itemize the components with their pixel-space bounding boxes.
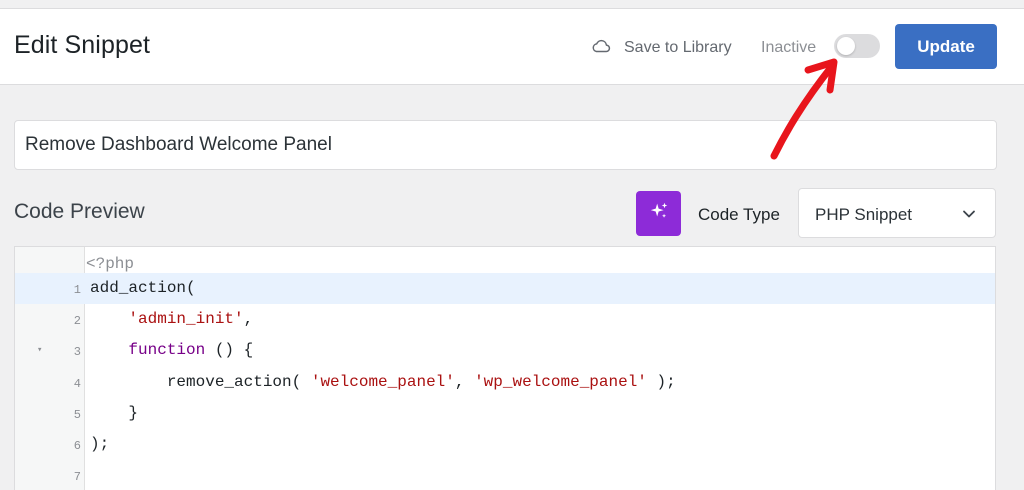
string-token: 'wp_welcome_panel' [474,372,647,391]
code-token: () { [205,341,254,360]
code-token: add_action( [90,279,196,297]
code-text: 'admin_init', [90,310,253,328]
line-number: 3 [73,345,81,360]
code-text: function () { [90,341,253,359]
code-token: ); [646,372,676,391]
line-number: 4 [73,376,81,391]
line-number: 7 [73,470,81,485]
line-number: 6 [73,439,81,453]
code-line: 6); [15,429,995,460]
code-line: 2 'admin_init', [15,304,995,335]
code-text: ); [90,435,109,453]
page-header: Edit Snippet Save to Library Inactive Up… [0,9,1024,85]
annotation-arrow [770,58,838,160]
page-title: Edit Snippet [14,31,151,59]
code-line: ▾ 3 function () { [15,335,995,366]
chevron-down-icon [961,207,977,221]
ai-generate-button[interactable] [636,191,681,236]
code-token: remove_action( [90,372,311,391]
line-number: 2 [73,314,81,329]
code-editor[interactable]: <?php 1 add_action( 2 'admin_init', ▾ 3 func… [14,246,996,490]
code-token: ); [90,435,110,453]
code-token: , [454,372,475,391]
code-line: 4 remove_action( 'welcome_panel', 'wp_we… [15,367,995,398]
save-to-library-button[interactable]: Save to Library [590,36,732,60]
top-strip [0,0,1024,9]
line-number: 1 [73,283,81,297]
string-token: 'welcome_panel' [310,372,455,391]
code-line: 5 } [15,398,995,429]
line-number: 5 [73,407,81,422]
code-line: 7 [15,460,995,490]
code-token: } [90,403,139,422]
sparkles-icon [648,200,670,227]
string-token: 'admin_init' [128,310,244,329]
update-button[interactable]: Update [895,24,997,69]
save-to-library-label: Save to Library [624,39,732,56]
keyword-token: function [128,341,206,360]
code-type-value: PHP Snippet [815,205,913,224]
code-text: } [90,404,138,422]
fold-toggle-icon[interactable]: ▾ [37,345,42,355]
code-token: , [243,310,254,329]
php-open-tag: <?php [86,255,135,273]
cloud-icon [590,35,612,62]
code-type-select[interactable]: PHP Snippet [798,188,996,238]
code-text: remove_action( 'welcome_panel', 'wp_welc… [90,373,676,391]
code-type-label: Code Type [698,205,780,224]
code-line: 1 add_action( [15,273,995,304]
code-text: add_action( [90,279,196,297]
code-preview-heading: Code Preview [14,200,145,223]
